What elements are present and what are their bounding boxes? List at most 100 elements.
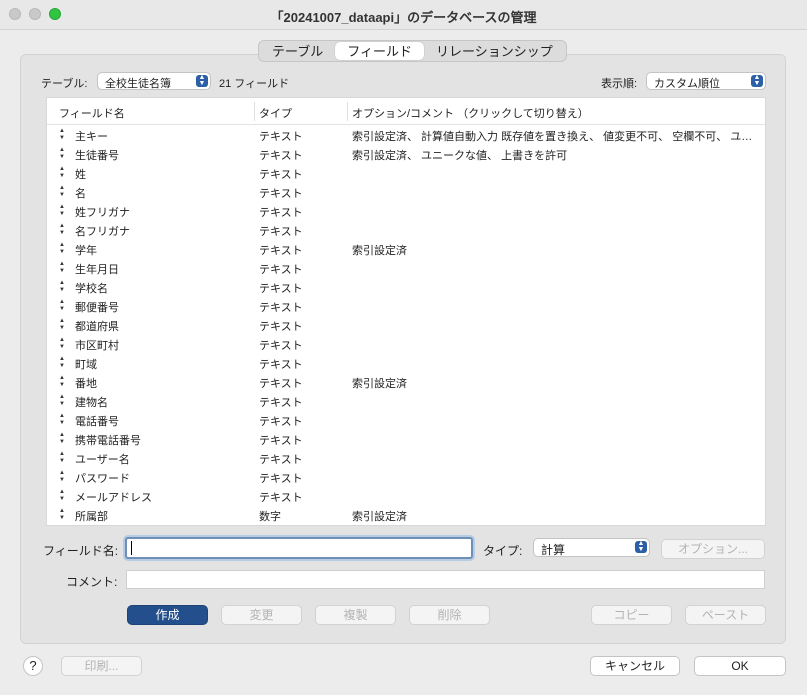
drag-handle-icon[interactable]: ▲ ▼ (59, 299, 65, 313)
field-name-cell: 所属部 (75, 511, 108, 523)
field-name-cell: 学校名 (75, 283, 108, 295)
drag-handle-icon[interactable]: ▲ ▼ (59, 318, 65, 332)
table-select-value: 全校生徒名簿 (105, 78, 171, 90)
window-title: 「20241007_dataapi」のデータベースの管理 (270, 10, 537, 25)
field-options-cell[interactable]: 索引設定済 (352, 508, 757, 524)
table-row[interactable]: ▲ ▼ 電話番号 テキスト (47, 410, 765, 429)
field-name-cell: ユーザー名 (75, 454, 130, 466)
column-divider[interactable] (347, 102, 348, 121)
field-name-cell: 携帯電話番号 (75, 435, 141, 447)
table-row[interactable]: ▲ ▼ 町域 テキスト (47, 353, 765, 372)
drag-handle-icon[interactable]: ▲ ▼ (59, 280, 65, 294)
drag-handle-icon[interactable]: ▲ ▼ (59, 128, 65, 142)
drag-handle-icon[interactable]: ▲ ▼ (59, 242, 65, 256)
field-options-cell[interactable]: 索引設定済、 ユニークな値、 上書きを許可 (352, 147, 757, 163)
field-options-cell[interactable]: 索引設定済 (352, 375, 757, 391)
comment-input[interactable] (126, 570, 765, 589)
type-select[interactable]: 計算 ▲ ▼ (533, 538, 650, 557)
drag-handle-icon[interactable]: ▲ ▼ (59, 394, 65, 408)
table-row[interactable]: ▲ ▼ 市区町村 テキスト (47, 334, 765, 353)
drag-handle-icon[interactable]: ▲ ▼ (59, 147, 65, 161)
field-type-cell: テキスト (259, 264, 303, 276)
field-type-cell: テキスト (259, 283, 303, 295)
table-row[interactable]: ▲ ▼ 名 テキスト (47, 182, 765, 201)
field-type-cell: テキスト (259, 207, 303, 219)
table-row[interactable]: ▲ ▼ 名フリガナ テキスト (47, 220, 765, 239)
field-name-cell: 都道府県 (75, 321, 119, 333)
column-header-type[interactable]: タイプ (259, 105, 292, 121)
table-row[interactable]: ▲ ▼ 携帯電話番号 テキスト (47, 429, 765, 448)
field-type-cell: テキスト (259, 321, 303, 333)
field-type-cell: テキスト (259, 454, 303, 466)
paste-button[interactable]: ペースト (685, 605, 766, 625)
column-header-options[interactable]: オプション/コメント （クリックして切り替え） (352, 105, 589, 121)
table-row[interactable]: ▲ ▼ 生年月日 テキスト (47, 258, 765, 277)
table-row[interactable]: ▲ ▼ 郵便番号 テキスト (47, 296, 765, 315)
field-type-cell: テキスト (259, 302, 303, 314)
table-row[interactable]: ▲ ▼ 所属部 数字 索引設定済 (47, 505, 765, 524)
copy-button[interactable]: コピー (591, 605, 672, 625)
options-button[interactable]: オプション... (661, 539, 765, 559)
ok-button[interactable]: OK (694, 656, 786, 676)
drag-handle-icon[interactable]: ▲ ▼ (59, 185, 65, 199)
duplicate-button[interactable]: 複製 (315, 605, 396, 625)
field-name-cell: 番地 (75, 378, 97, 390)
field-name-cell: 郵便番号 (75, 302, 119, 314)
field-type-cell: テキスト (259, 397, 303, 409)
drag-handle-icon[interactable]: ▲ ▼ (59, 508, 65, 522)
table-row[interactable]: ▲ ▼ 姓 テキスト (47, 163, 765, 182)
create-button[interactable]: 作成 (127, 605, 208, 625)
comment-label: コメント: (66, 575, 118, 589)
drag-handle-icon[interactable]: ▲ ▼ (59, 261, 65, 275)
sort-select[interactable]: カスタム順位 ▲ ▼ (646, 72, 766, 90)
table-row[interactable]: ▲ ▼ ユーザー名 テキスト (47, 448, 765, 467)
field-name-cell: メールアドレス (75, 492, 152, 504)
tab-fields[interactable]: フィールド (335, 42, 424, 60)
table-row[interactable]: ▲ ▼ 姓フリガナ テキスト (47, 201, 765, 220)
field-name-input[interactable] (125, 537, 473, 559)
table-row[interactable]: ▲ ▼ 生徒番号 テキスト 索引設定済、 ユニークな値、 上書きを許可 (47, 144, 765, 163)
field-name-cell: 市区町村 (75, 340, 119, 352)
drag-handle-icon[interactable]: ▲ ▼ (59, 356, 65, 370)
tab-tables[interactable]: テーブル (260, 42, 335, 60)
table-row[interactable]: ▲ ▼ 番地 テキスト 索引設定済 (47, 372, 765, 391)
field-type-cell: 数字 (259, 511, 281, 523)
drag-handle-icon[interactable]: ▲ ▼ (59, 166, 65, 180)
delete-button[interactable]: 削除 (409, 605, 490, 625)
drag-handle-icon[interactable]: ▲ ▼ (59, 432, 65, 446)
field-type-cell: テキスト (259, 188, 303, 200)
table-row[interactable]: ▲ ▼ 学校名 テキスト (47, 277, 765, 296)
column-header-name[interactable]: フィールド名 (59, 105, 125, 121)
change-button[interactable]: 変更 (221, 605, 302, 625)
table-row[interactable]: ▲ ▼ メールアドレス テキスト (47, 486, 765, 505)
table-row[interactable]: ▲ ▼ パスワード テキスト (47, 467, 765, 486)
table-row[interactable]: ▲ ▼ 都道府県 テキスト (47, 315, 765, 334)
title-bar: 「20241007_dataapi」のデータベースの管理 (0, 0, 807, 30)
field-type-cell: テキスト (259, 340, 303, 352)
drag-handle-icon[interactable]: ▲ ▼ (59, 413, 65, 427)
field-name-cell: 電話番号 (75, 416, 119, 428)
drag-handle-icon[interactable]: ▲ ▼ (59, 451, 65, 465)
tab-bar: テーブル フィールド リレーションシップ (258, 40, 567, 62)
table-select[interactable]: 全校生徒名簿 ▲ ▼ (97, 72, 211, 90)
drag-handle-icon[interactable]: ▲ ▼ (59, 470, 65, 484)
table-row[interactable]: ▲ ▼ 主キー テキスト 索引設定済、 計算値自動入力 既存値を置き換え、 値変更不可、… (47, 125, 765, 144)
field-name-cell: 姓フリガナ (75, 207, 130, 219)
drag-handle-icon[interactable]: ▲ ▼ (59, 223, 65, 237)
drag-handle-icon[interactable]: ▲ ▼ (59, 204, 65, 218)
column-divider[interactable] (254, 102, 255, 121)
drag-handle-icon[interactable]: ▲ ▼ (59, 489, 65, 503)
field-options-cell[interactable]: 索引設定済 (352, 242, 757, 258)
drag-handle-icon[interactable]: ▲ ▼ (59, 375, 65, 389)
type-label: タイプ: (483, 544, 523, 558)
drag-handle-icon[interactable]: ▲ ▼ (59, 337, 65, 351)
help-button[interactable]: ? (23, 656, 43, 676)
cancel-button[interactable]: キャンセル (590, 656, 680, 676)
tab-relationships[interactable]: リレーションシップ (424, 42, 565, 60)
field-table[interactable]: フィールド名 タイプ オプション/コメント （クリックして切り替え） ▲ ▼ 主キー… (46, 97, 766, 526)
table-row[interactable]: ▲ ▼ 建物名 テキスト (47, 391, 765, 410)
sort-label: 表示順: (601, 78, 638, 90)
table-row[interactable]: ▲ ▼ 学年 テキスト 索引設定済 (47, 239, 765, 258)
field-options-cell[interactable]: 索引設定済、 計算値自動入力 既存値を置き換え、 値変更不可、 空欄不可、 ユニ… (352, 128, 757, 144)
print-button[interactable]: 印刷... (61, 656, 142, 676)
